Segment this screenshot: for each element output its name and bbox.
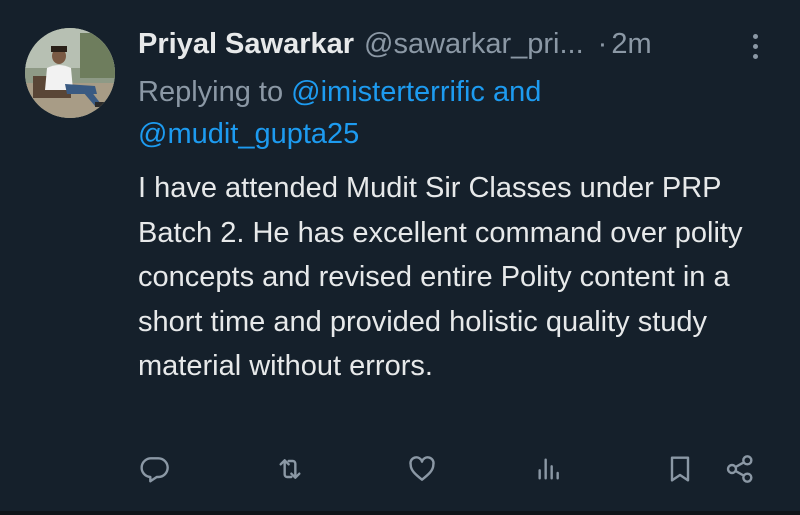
share-icon — [726, 455, 753, 483]
tweet-card[interactable]: Priyal Sawarkar @sawarkar_pri... · 2m Re… — [0, 0, 800, 515]
mention-imisterterrific[interactable]: @imisterterrific — [291, 76, 485, 108]
replying-to-label: Replying to — [138, 76, 284, 108]
bookmark-button[interactable] — [658, 445, 702, 493]
views-button[interactable] — [527, 445, 571, 493]
action-bar — [0, 445, 800, 495]
share-button[interactable] — [718, 445, 762, 493]
retweet-button[interactable] — [268, 445, 312, 493]
views-icon — [538, 458, 559, 480]
retweet-icon — [279, 459, 301, 479]
separator-dot: · — [597, 28, 608, 60]
mention-joiner: and — [493, 76, 542, 108]
display-name[interactable]: Priyal Sawarkar — [138, 24, 354, 64]
replying-to: Replying to @imisterterrific and @mudit_… — [138, 71, 758, 155]
bottom-divider — [0, 511, 800, 515]
timestamp[interactable]: 2m — [611, 24, 651, 64]
avatar-photo — [25, 28, 115, 118]
tweet-header: Priyal Sawarkar @sawarkar_pri... · 2m — [138, 24, 652, 64]
mention-mudit-gupta25[interactable]: @mudit_gupta25 — [138, 118, 359, 150]
avatar[interactable] — [25, 28, 115, 118]
bookmark-icon — [670, 456, 690, 482]
like-button[interactable] — [400, 445, 444, 493]
like-icon — [409, 456, 435, 481]
more-options-icon[interactable] — [740, 28, 770, 64]
user-handle[interactable]: @sawarkar_pri... — [364, 24, 584, 64]
reply-icon — [140, 457, 169, 483]
reply-button[interactable] — [133, 445, 177, 493]
tweet-text: I have attended Mudit Sir Classes under … — [138, 172, 743, 382]
